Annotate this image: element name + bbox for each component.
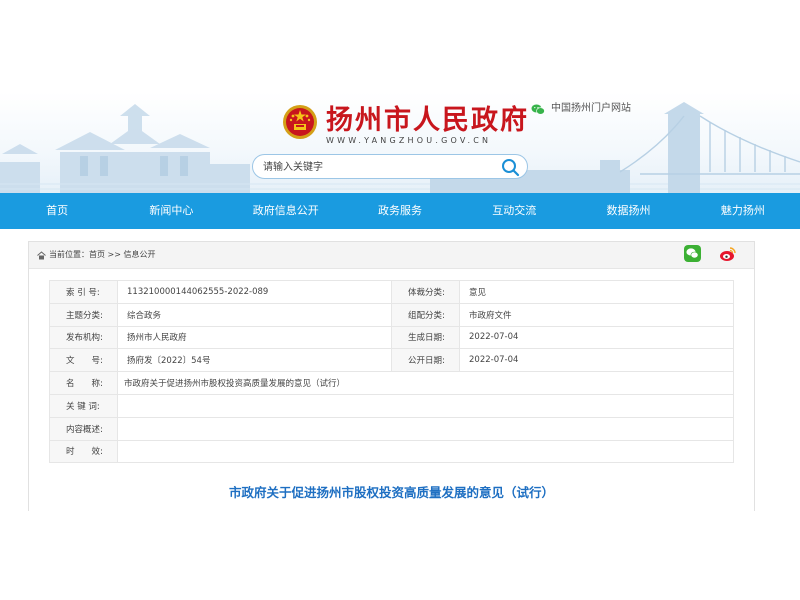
table-row: 关 键 词: xyxy=(49,393,734,418)
search-input[interactable] xyxy=(263,159,493,175)
table-row: 发布机构: 扬州市人民政府 生成日期: 2022-07-04 xyxy=(49,325,734,350)
summary-value xyxy=(117,416,734,441)
group-label: 组配分类: xyxy=(391,302,460,327)
nav-charm[interactable]: 魅力扬州 xyxy=(686,193,800,229)
portal-link-label: 中国扬州门户网站 xyxy=(551,103,631,114)
document-metadata-table: 索 引 号: 113210000144062555-2022-089 体裁分类:… xyxy=(49,280,734,464)
table-row: 时 效: xyxy=(49,439,734,464)
topic-value: 综合政务 xyxy=(117,302,392,327)
created-date-label: 生成日期: xyxy=(391,325,460,350)
keywords-value xyxy=(117,393,734,418)
main-nav: 首页 新闻中心 政府信息公开 政务服务 互动交流 数据扬州 魅力扬州 xyxy=(0,193,800,229)
national-emblem-icon xyxy=(283,105,317,139)
nav-info-disclosure[interactable]: 政府信息公开 xyxy=(229,193,343,229)
site-url: WWW.YANGZHOU.GOV.CN xyxy=(326,136,492,145)
published-date-label: 公开日期: xyxy=(391,348,460,373)
publisher-value: 扬州市人民政府 xyxy=(117,325,392,350)
nav-news[interactable]: 新闻中心 xyxy=(114,193,228,229)
nav-interaction[interactable]: 互动交流 xyxy=(457,193,571,229)
created-date-value: 2022-07-04 xyxy=(459,325,734,350)
table-row: 索 引 号: 113210000144062555-2022-089 体裁分类:… xyxy=(49,280,734,304)
breadcrumb-bar: 当前位置：首页 >> 信息公开 xyxy=(29,242,754,269)
table-row: 文 号: 扬府发〔2022〕54号 公开日期: 2022-07-04 xyxy=(49,348,734,373)
content-panel: 当前位置：首页 >> 信息公开 索 引 号: 11321000014406255… xyxy=(28,241,755,511)
share-weibo-icon[interactable] xyxy=(719,245,737,262)
breadcrumb: 当前位置：首页 >> 信息公开 xyxy=(37,249,156,261)
published-date-value: 2022-07-04 xyxy=(459,348,734,373)
table-row: 名 称: 市政府关于促进扬州市股权投资高质量发展的意见（试行） xyxy=(49,371,734,395)
portal-link[interactable]: 中国扬州门户网站 xyxy=(531,102,631,116)
table-row: 主题分类: 综合政务 组配分类: 市政府文件 xyxy=(49,302,734,327)
summary-label: 内容概述: xyxy=(49,416,118,441)
publisher-label: 发布机构: xyxy=(49,325,118,350)
index-number-label: 索 引 号: xyxy=(49,280,118,304)
breadcrumb-text[interactable]: 当前位置：首页 >> 信息公开 xyxy=(49,249,156,261)
site-title[interactable]: 扬州市人民政府 xyxy=(326,106,529,136)
share-wechat-icon[interactable] xyxy=(684,245,701,262)
keywords-label: 关 键 词: xyxy=(49,393,118,418)
document-title: 市政府关于促进扬州市股权投资高质量发展的意见（试行） xyxy=(228,485,554,500)
validity-value xyxy=(117,439,734,464)
search-icon[interactable] xyxy=(501,158,520,177)
nav-data[interactable]: 数据扬州 xyxy=(571,193,685,229)
name-label: 名 称: xyxy=(49,371,118,395)
page: 扬州市人民政府 WWW.YANGZHOU.GOV.CN 中国扬州门户网站 首页 … xyxy=(0,0,800,600)
group-value: 市政府文件 xyxy=(459,302,734,327)
genre-label: 体裁分类: xyxy=(391,280,460,304)
validity-label: 时 效: xyxy=(49,439,118,464)
index-number-value: 113210000144062555-2022-089 xyxy=(117,280,392,304)
wechat-icon xyxy=(531,104,545,115)
nav-home[interactable]: 首页 xyxy=(0,193,114,229)
doc-number-label: 文 号: xyxy=(49,348,118,373)
topic-label: 主题分类: xyxy=(49,302,118,327)
nav-gov-services[interactable]: 政务服务 xyxy=(343,193,457,229)
name-value: 市政府关于促进扬州市股权投资高质量发展的意见（试行） xyxy=(117,371,734,395)
genre-value: 意见 xyxy=(459,280,734,304)
table-row: 内容概述: xyxy=(49,416,734,441)
search-box xyxy=(252,154,528,179)
doc-number-value: 扬府发〔2022〕54号 xyxy=(117,348,392,373)
home-icon xyxy=(37,250,46,259)
